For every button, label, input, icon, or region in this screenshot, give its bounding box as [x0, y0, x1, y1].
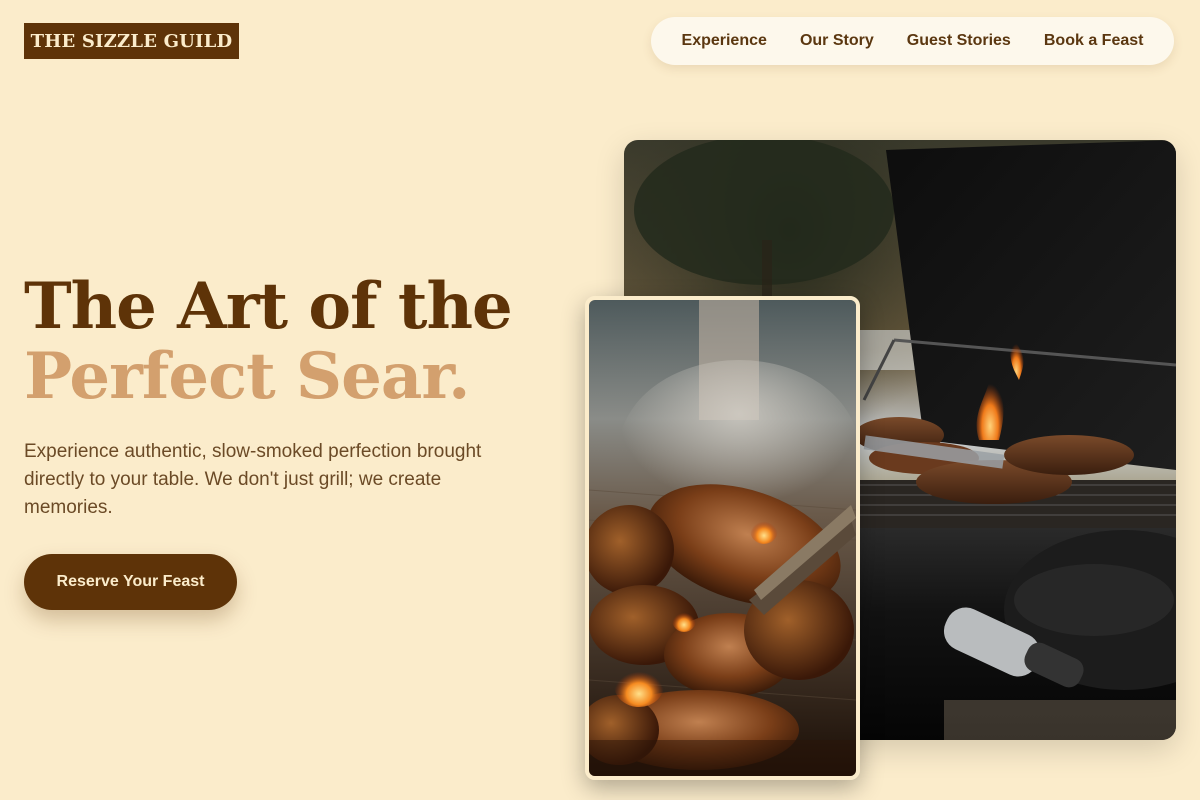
hero-headline: The Art of the Perfect Sear. — [24, 269, 513, 414]
brand-logo[interactable]: THE SIZZLE GUILD — [24, 23, 239, 59]
reserve-feast-button[interactable]: Reserve Your Feast — [24, 554, 237, 610]
nav-guest-stories[interactable]: Guest Stories — [907, 32, 1011, 50]
nav-our-story[interactable]: Our Story — [800, 32, 874, 50]
main-nav: Experience Our Story Guest Stories Book … — [651, 17, 1174, 65]
grill-photo-small — [585, 296, 860, 780]
nav-experience[interactable]: Experience — [682, 32, 767, 50]
hero-headline-line1: The Art of the — [24, 269, 513, 344]
hero-description: Experience authentic, slow-smoked perfec… — [24, 441, 482, 518]
grill-photo-small-image — [589, 300, 856, 776]
hero-headline-line2: Perfect Sear. — [24, 339, 470, 414]
nav-book-a-feast[interactable]: Book a Feast — [1044, 32, 1144, 50]
